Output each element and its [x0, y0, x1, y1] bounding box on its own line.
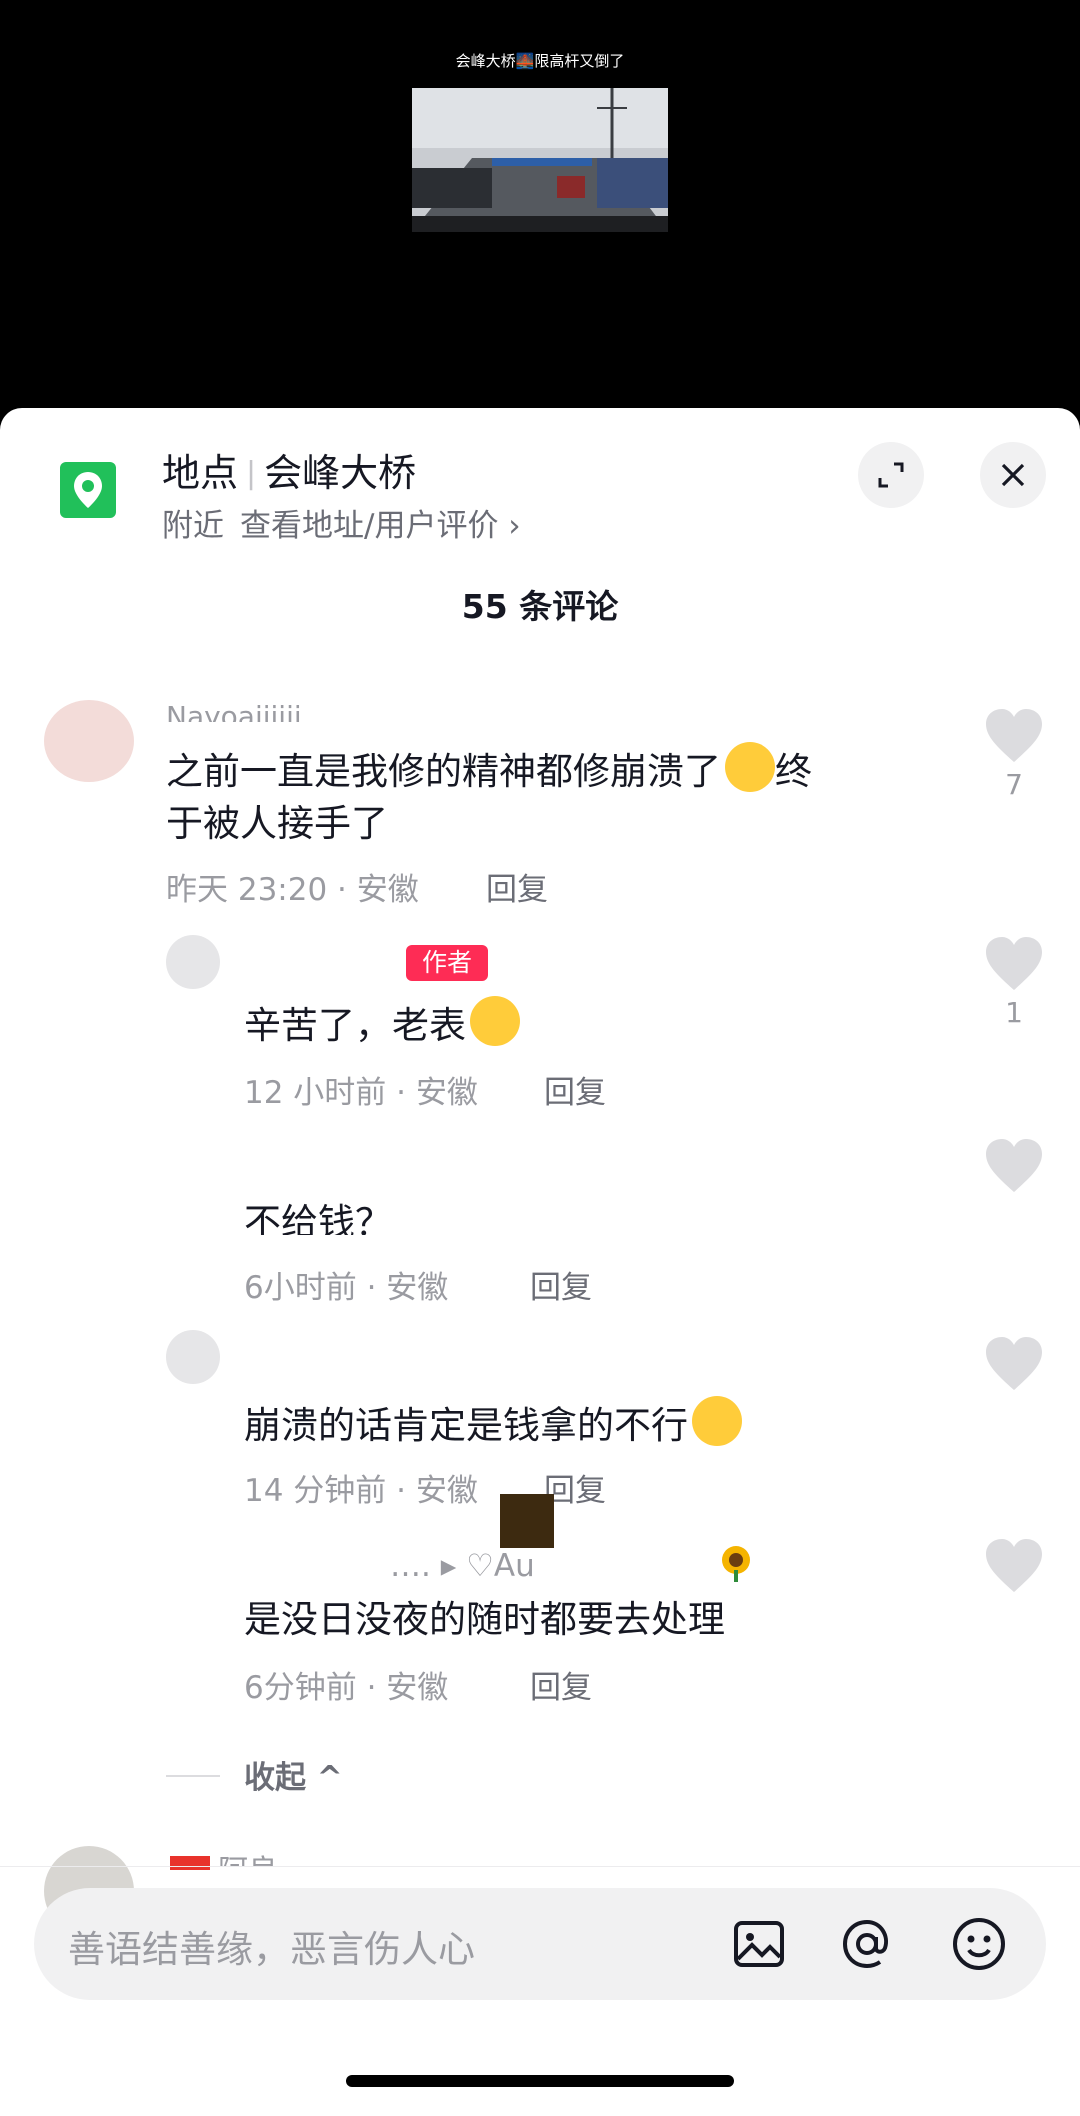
expand-icon	[878, 462, 904, 488]
video-area[interactable]: 会峰大桥🌉限高杆又倒了	[0, 0, 1080, 420]
flag-icon	[170, 1856, 210, 1870]
comment-text-line-end: 终	[775, 750, 812, 793]
comment-text-line: 辛苦了，老表	[244, 1004, 466, 1047]
reply-button[interactable]: 回复	[544, 1067, 606, 1112]
collapse-divider	[166, 1775, 220, 1777]
location-subtitle[interactable]: 附近 查看地址/用户评价 ›	[162, 500, 521, 545]
comment-text: 不给钱？	[244, 1201, 392, 1235]
sunflower-emoji-icon	[716, 1542, 756, 1582]
image-icon	[734, 1921, 784, 1967]
video-thumbnail[interactable]	[412, 88, 668, 232]
avatar[interactable]	[166, 1330, 220, 1384]
heart-icon	[986, 1539, 1042, 1592]
comment-text: 崩溃的话肯定是钱拿的不行	[244, 1396, 742, 1452]
comment-meta: 6分钟前 · 安徽	[244, 1670, 449, 1706]
nearby-label: 附近	[162, 508, 224, 544]
home-indicator[interactable]	[346, 2075, 734, 2087]
video-title: 会峰大桥🌉限高杆又倒了	[455, 52, 625, 70]
comment-text-line: 之前一直是我修的精神都修崩溃了	[166, 750, 721, 793]
close-icon	[1001, 463, 1025, 487]
reply-button[interactable]: 回复	[486, 864, 548, 909]
comment-meta: 昨天 23:20 · 安徽	[166, 872, 419, 908]
image-picker-button[interactable]	[730, 1915, 788, 1973]
avatar[interactable]	[166, 935, 220, 989]
smiley-icon	[953, 1918, 1005, 1970]
grinning-emoji-icon	[692, 1396, 742, 1446]
location-label: 地点	[162, 451, 239, 495]
address-link[interactable]: 查看地址/用户评价 ›	[240, 508, 521, 544]
heart-icon	[986, 709, 1042, 762]
comment-text: 之前一直是我修的精神都修崩溃了 终 于被人接手了	[166, 742, 812, 850]
like-count: 7	[1005, 768, 1023, 801]
comment-meta: 14 分钟前 · 安徽	[244, 1473, 478, 1509]
heart-icon	[986, 1139, 1042, 1192]
location-name: 会峰大桥	[264, 451, 417, 495]
comment-count: 55 条评论	[461, 587, 619, 626]
comment-username[interactable]: Nayoaiiiiii	[166, 700, 302, 722]
collapse-replies-button[interactable]: 收起 ^	[244, 1752, 343, 1797]
separator: |	[246, 456, 257, 491]
mention-button[interactable]	[838, 1915, 896, 1973]
reply-button[interactable]: 回复	[530, 1262, 592, 1307]
at-icon	[842, 1919, 888, 1969]
comment-input[interactable]: 善语结善缘，恶言伤人心	[68, 1919, 475, 1973]
comment-meta: 6小时前 · 安徽	[244, 1270, 449, 1306]
like-button[interactable]	[984, 1138, 1044, 1194]
crying-emoji-icon	[725, 742, 775, 792]
comment-text-line: 崩溃的话肯定是钱拿的不行	[244, 1404, 688, 1447]
emoji-button[interactable]	[950, 1915, 1008, 1973]
like-button[interactable]	[984, 708, 1044, 764]
like-button[interactable]	[984, 1538, 1044, 1594]
comment-meta: 12 小时前 · 安徽	[244, 1075, 478, 1111]
laughing-emoji-icon	[470, 996, 520, 1046]
close-button[interactable]	[980, 442, 1046, 508]
comment-text: 是没日没夜的随时都要去处理	[244, 1598, 725, 1641]
avatar[interactable]	[44, 700, 134, 782]
reply-button[interactable]: 回复	[530, 1662, 592, 1707]
comment-username[interactable]: 阿良	[218, 1846, 278, 1866]
location-title[interactable]: 地点 | 会峰大桥	[162, 442, 416, 497]
comment-text-line: 于被人接手了	[166, 802, 388, 845]
heart-icon	[986, 1337, 1042, 1390]
like-button[interactable]	[984, 936, 1044, 992]
expand-button[interactable]	[858, 442, 924, 508]
like-button[interactable]	[984, 1336, 1044, 1392]
heart-icon	[986, 937, 1042, 990]
input-divider	[0, 1866, 1080, 1867]
avatar[interactable]	[500, 1494, 554, 1548]
location-pin-icon	[60, 462, 116, 518]
author-badge: 作者	[406, 945, 488, 981]
like-count: 1	[1005, 996, 1023, 1029]
comment-text: 辛苦了，老表	[244, 996, 520, 1052]
reply-target-username[interactable]: …. ▸ ♡Au	[390, 1548, 535, 1584]
